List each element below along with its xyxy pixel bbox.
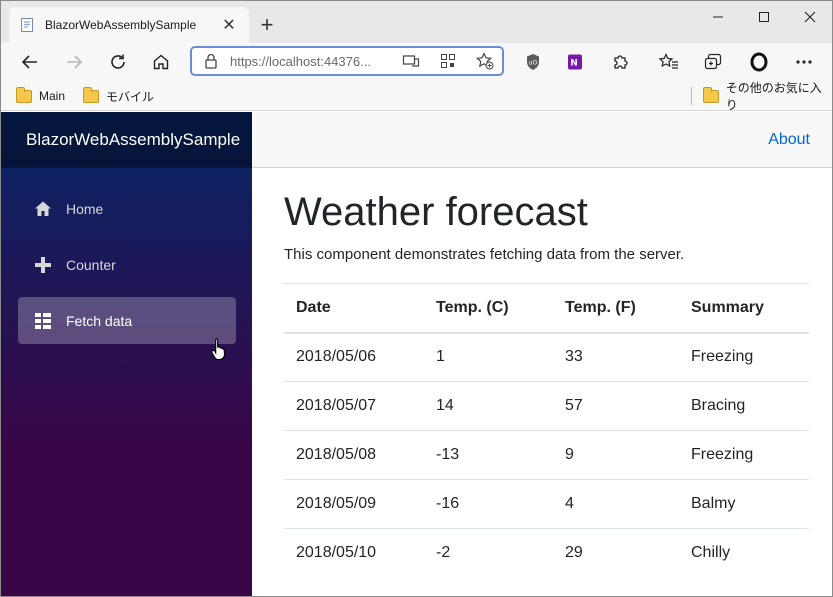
table-row: 2018/05/10 -2 29 Chilly bbox=[284, 529, 809, 578]
address-url: https://localhost:44376... bbox=[230, 53, 371, 69]
home-outline-icon bbox=[153, 54, 169, 70]
cell-temp-f: 9 bbox=[553, 430, 679, 480]
new-tab-button[interactable]: + bbox=[255, 12, 279, 37]
bookmarks-bar: Main モバイル その他のお気に入り bbox=[1, 81, 832, 112]
about-link[interactable]: About bbox=[768, 131, 810, 149]
svg-text:uO: uO bbox=[529, 60, 538, 67]
nav-item-home[interactable]: Home bbox=[18, 185, 236, 232]
column-header-date: Date bbox=[284, 283, 424, 334]
nav-item-counter[interactable]: Counter bbox=[18, 241, 236, 288]
qr-code-icon[interactable] bbox=[440, 53, 456, 74]
onenote-extension-icon[interactable]: N bbox=[560, 47, 590, 77]
close-tab-icon[interactable]: ✕ bbox=[219, 15, 239, 35]
home-icon bbox=[34, 200, 52, 218]
column-header-summary: Summary bbox=[679, 283, 809, 334]
top-bar: About bbox=[252, 112, 832, 168]
nav-label: Home bbox=[66, 200, 104, 217]
lock-icon bbox=[205, 53, 217, 69]
browser-tab[interactable]: BlazorWebAssemblySample ✕ bbox=[9, 7, 249, 43]
cell-temp-c: -13 bbox=[424, 430, 553, 480]
column-header-temp-c: Temp. (C) bbox=[424, 283, 553, 334]
bookmark-label: Main bbox=[39, 89, 66, 103]
cell-temp-c: -16 bbox=[424, 479, 553, 529]
refresh-button[interactable] bbox=[103, 47, 133, 77]
nav-label: Counter bbox=[66, 256, 116, 273]
browser-window: BlazorWebAssemblySample ✕ + https://loca… bbox=[0, 0, 833, 597]
tab-title: BlazorWebAssemblySample bbox=[45, 18, 197, 32]
forward-arrow-icon bbox=[67, 55, 83, 69]
hand-cursor-icon bbox=[211, 337, 229, 361]
cell-date: 2018/05/06 bbox=[284, 332, 424, 382]
maximize-button[interactable] bbox=[741, 1, 787, 33]
cell-date: 2018/05/10 bbox=[296, 544, 377, 562]
forward-button[interactable] bbox=[59, 47, 89, 77]
table-row: 2018/05/08 -13 9 Freezing bbox=[284, 430, 809, 480]
cell-summary: Freezing bbox=[679, 430, 809, 480]
cell-summary: Chilly bbox=[691, 544, 731, 562]
folder-icon bbox=[16, 86, 32, 103]
table-row: 2018/05/06 1 33 Freezing bbox=[284, 332, 809, 382]
cell-date: 2018/05/08 bbox=[284, 430, 424, 480]
minimize-button[interactable] bbox=[695, 1, 741, 33]
back-button[interactable] bbox=[15, 47, 45, 77]
column-header-temp-f: Temp. (F) bbox=[553, 283, 679, 334]
list-icon bbox=[34, 312, 52, 330]
cell-date: 2018/05/07 bbox=[284, 381, 424, 431]
page-description: This component demonstrates fetching dat… bbox=[284, 246, 685, 263]
nav-item-fetch-data[interactable]: Fetch data bbox=[18, 297, 236, 344]
cell-summary: Bracing bbox=[679, 381, 809, 431]
ublock-extension-icon[interactable]: uO bbox=[518, 47, 548, 77]
collections-icon[interactable] bbox=[698, 47, 728, 77]
page-icon bbox=[19, 17, 35, 33]
bookmark-label: モバイル bbox=[106, 89, 155, 104]
folder-icon bbox=[83, 86, 99, 103]
cell-summary: Freezing bbox=[679, 332, 809, 382]
forecast-table: Date Temp. (C) Temp. (F) Summary 2018/05… bbox=[284, 283, 809, 578]
nav-label: Fetch data bbox=[66, 312, 133, 329]
tab-strip: BlazorWebAssemblySample ✕ + bbox=[1, 1, 832, 43]
svg-text:N: N bbox=[570, 59, 578, 69]
bookmark-main[interactable]: Main bbox=[16, 86, 65, 106]
bookmarks-divider bbox=[691, 87, 692, 105]
bookmark-mobile[interactable]: モバイル bbox=[83, 86, 154, 106]
cell-summary: Balmy bbox=[679, 479, 809, 529]
cell-temp-c: -2 bbox=[436, 544, 451, 562]
other-favorites[interactable]: その他のお気に入り bbox=[703, 81, 832, 112]
table-row: 2018/05/09 -16 4 Balmy bbox=[284, 479, 809, 529]
cell-temp-f: 4 bbox=[553, 479, 679, 529]
cell-date: 2018/05/09 bbox=[284, 479, 424, 529]
add-favorite-icon[interactable] bbox=[475, 52, 494, 75]
plus-icon bbox=[34, 256, 52, 274]
extensions-icon[interactable] bbox=[605, 47, 635, 77]
cell-temp-f: 57 bbox=[553, 381, 679, 431]
table-row: 2018/05/07 14 57 Bracing bbox=[284, 381, 809, 431]
back-arrow-icon bbox=[21, 55, 37, 69]
address-bar[interactable]: https://localhost:44376... bbox=[190, 46, 504, 76]
favorites-icon[interactable] bbox=[654, 47, 684, 77]
more-menu-icon[interactable] bbox=[789, 47, 819, 77]
opera-icon[interactable] bbox=[744, 47, 774, 77]
home-button[interactable] bbox=[146, 47, 176, 77]
cell-temp-f: 33 bbox=[553, 332, 679, 382]
page-title: Weather forecast bbox=[284, 190, 588, 234]
refresh-icon bbox=[111, 54, 125, 69]
cell-temp-c: 1 bbox=[424, 332, 553, 382]
app-brand[interactable]: BlazorWebAssemblySample bbox=[1, 112, 252, 168]
cell-temp-c: 14 bbox=[424, 381, 553, 431]
browser-toolbar: https://localhost:44376... uO N bbox=[1, 43, 832, 81]
folder-icon bbox=[703, 86, 719, 103]
table-header-row: Date Temp. (C) Temp. (F) Summary bbox=[284, 283, 809, 334]
other-favorites-label: その他のお気に入り bbox=[725, 81, 822, 112]
read-aloud-icon[interactable] bbox=[402, 53, 420, 74]
close-window-button[interactable] bbox=[787, 1, 832, 33]
cell-temp-f: 29 bbox=[565, 544, 583, 562]
